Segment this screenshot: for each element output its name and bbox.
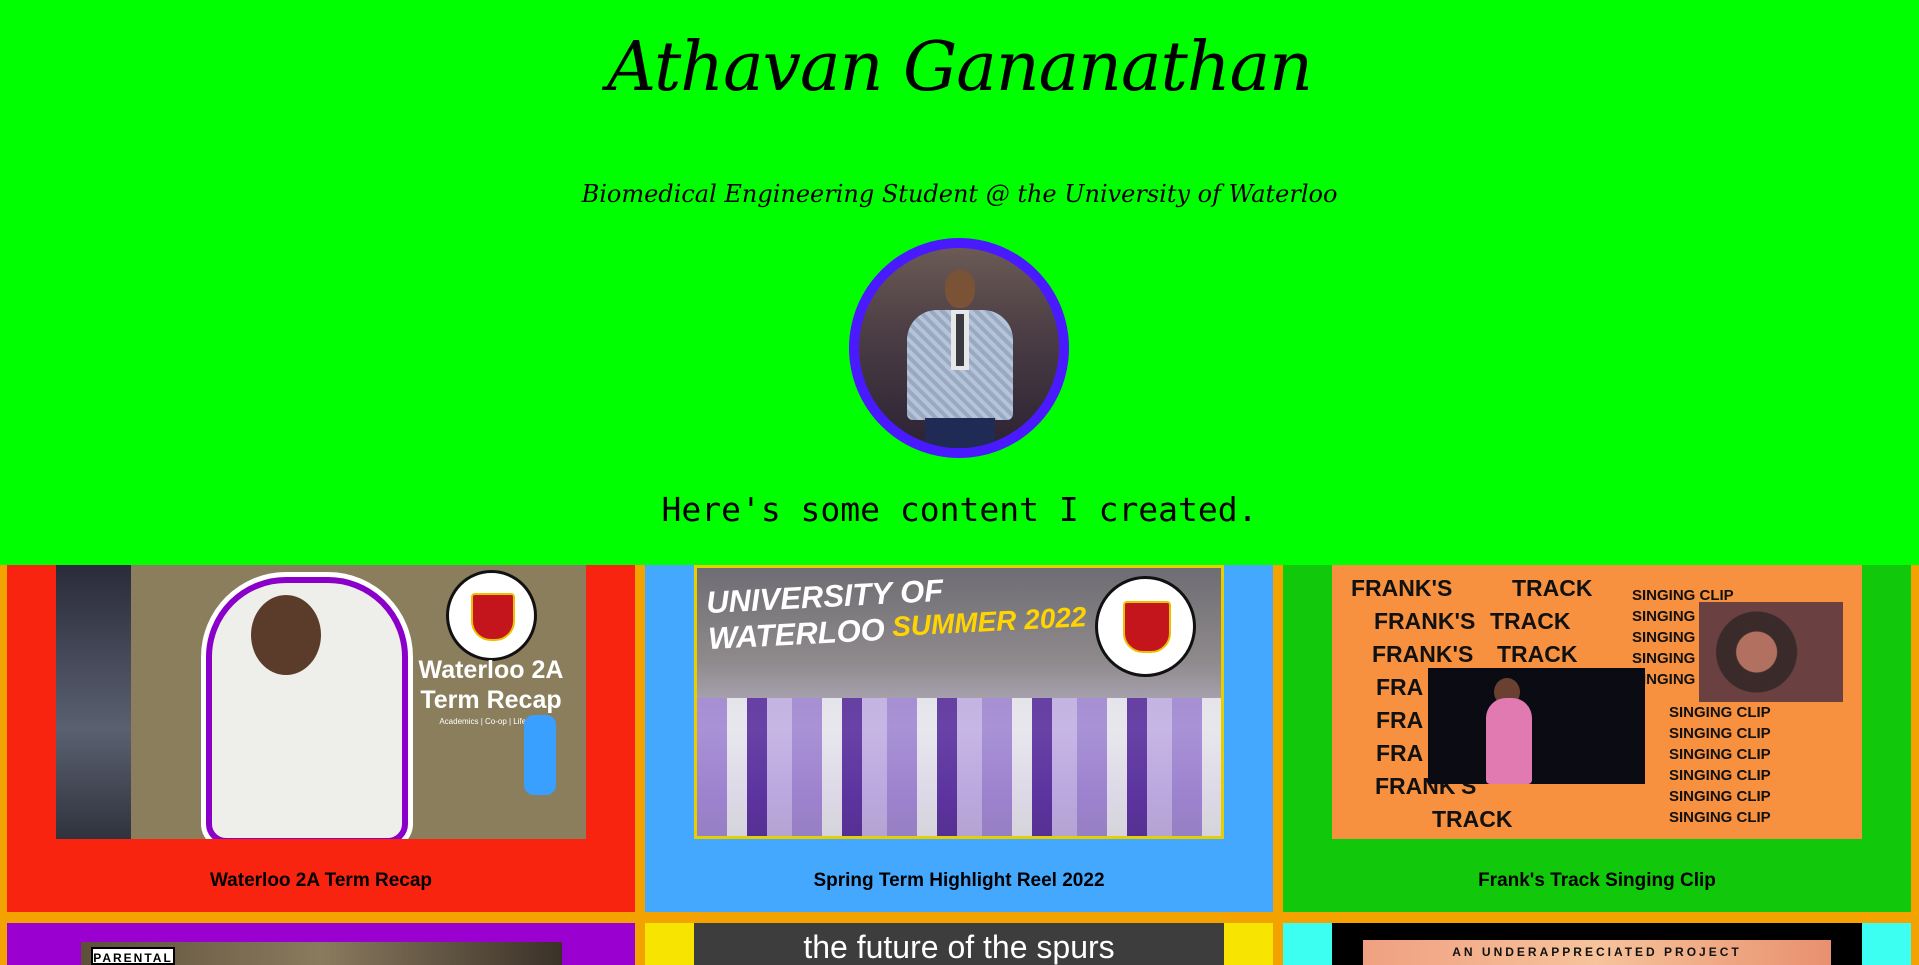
video-thumbnail[interactable]: UNIVERSITY OF WATERLOO SUMMER 2022 <box>694 565 1224 839</box>
video-thumbnail[interactable]: Waterloo 2A Term Recap Academics | Co-op… <box>56 565 586 839</box>
thumb-building <box>56 565 131 839</box>
thumb-text: SINGING CLIP <box>1669 767 1771 784</box>
thumb-text: SINGING CLIP <box>1669 809 1771 826</box>
thumb-text: FRA <box>1376 740 1424 766</box>
waterloo-seal-icon <box>1095 576 1196 677</box>
thumb-text: SINGING <box>1632 608 1696 625</box>
thumb-text: SINGING CLIP <box>1669 746 1771 763</box>
card-title[interactable]: Waterloo 2A Term Recap <box>7 870 635 892</box>
content-heading: Here's some content I created. <box>661 490 1258 529</box>
content-card-franks-track[interactable]: FRANK'S TRACK FRANK'S TRACK FRANK'S TRAC… <box>1283 565 1911 912</box>
photo-head <box>945 270 975 308</box>
thumb-subtitle: Academics | Co-op | Lifestyle <box>439 717 543 726</box>
thumb-title: AN UNDERAPPRECIATED PROJECT <box>1452 945 1742 959</box>
video-thumbnail[interactable]: the future of the spurs <box>694 923 1224 965</box>
page-subtitle: Biomedical Engineering Student @ the Uni… <box>581 180 1338 208</box>
video-thumbnail[interactable]: PARENTAL <box>81 942 562 965</box>
video-thumbnail[interactable]: FRANK'S TRACK FRANK'S TRACK FRANK'S TRAC… <box>1332 565 1862 839</box>
thumb-title: the future of the spurs <box>803 929 1115 965</box>
singer-body <box>1486 698 1532 784</box>
thumb-text: SINGING CLIP <box>1669 725 1771 742</box>
photo-tie <box>956 314 964 366</box>
thumb-head <box>251 595 321 675</box>
photo-legs <box>925 418 995 448</box>
thumb-text: SINGING CLIP <box>1669 704 1771 721</box>
card-title[interactable]: Spring Term Highlight Reel 2022 <box>645 870 1273 892</box>
thumb-text: SINGING <box>1632 629 1696 646</box>
thumb-text: TRACK <box>1497 641 1578 667</box>
thumb-text: FRA <box>1376 674 1424 700</box>
thumb-text: TRACK <box>1432 806 1513 832</box>
avatar <box>849 238 1069 458</box>
thumb-text: FRANK'S <box>1372 641 1474 667</box>
card-title[interactable]: Frank's Track Singing Clip <box>1283 870 1911 892</box>
thumb-poster: AN UNDERAPPRECIATED PROJECT <box>1363 940 1831 965</box>
page-title: Athavan Gananathan <box>607 28 1313 107</box>
content-card-2a-recap[interactable]: Waterloo 2A Term Recap Academics | Co-op… <box>7 565 635 912</box>
thumb-text: SINGING CLIP <box>1669 788 1771 805</box>
thumb-singer-photo <box>1428 668 1645 784</box>
thumb-text: FRANK'S <box>1374 608 1476 634</box>
hero-section: Athavan Gananathan Biomedical Engineerin… <box>0 0 1919 565</box>
thumb-crowd-photo <box>1699 602 1843 702</box>
parental-advisory-label: PARENTAL <box>91 947 175 965</box>
profile-photo <box>859 248 1059 448</box>
thumb-text: TRACK <box>1490 608 1571 634</box>
thumb-text: FRANK'S <box>1351 575 1453 601</box>
waterloo-seal-icon <box>446 570 537 661</box>
content-grid: Waterloo 2A Term Recap Academics | Co-op… <box>0 565 1919 965</box>
thumb-title: Waterloo 2A Term Recap <box>418 656 564 714</box>
thumb-text: TRACK <box>1512 575 1593 601</box>
thumb-bottle <box>524 715 556 795</box>
video-thumbnail[interactable]: AN UNDERAPPRECIATED PROJECT <box>1332 923 1862 965</box>
thumb-text: FRA <box>1376 707 1424 733</box>
content-card-spring-reel[interactable]: UNIVERSITY OF WATERLOO SUMMER 2022 Sprin… <box>645 565 1273 912</box>
thumb-crowd <box>697 698 1221 836</box>
thumb-text: SINGING <box>1632 650 1696 667</box>
